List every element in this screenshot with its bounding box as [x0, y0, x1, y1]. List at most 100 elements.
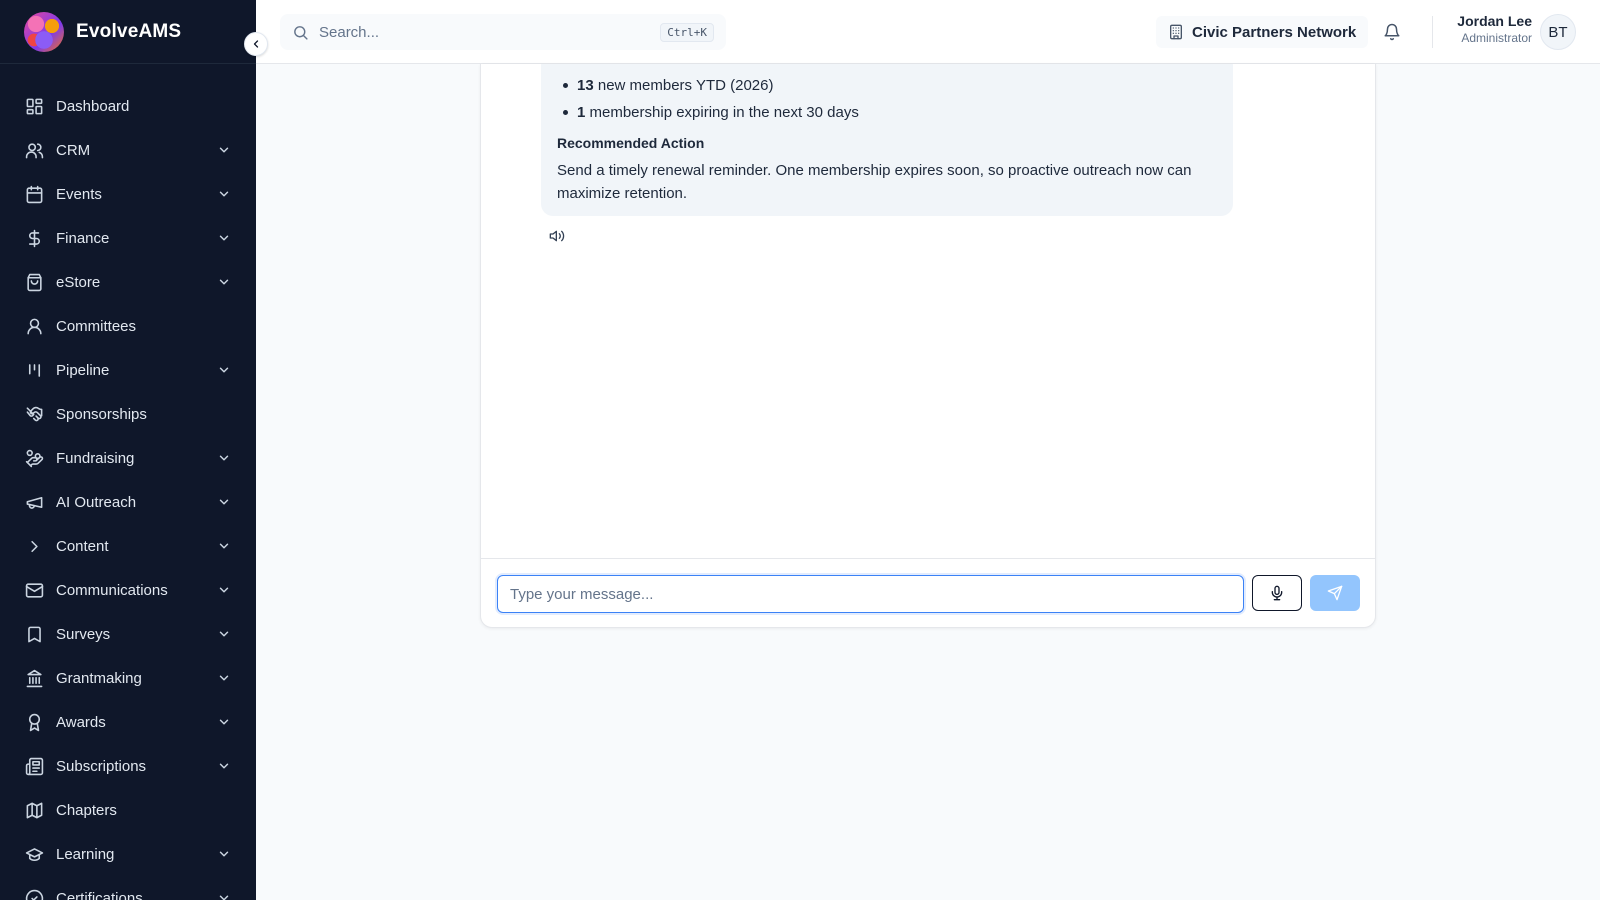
voice-input-button[interactable]: [1252, 575, 1302, 611]
sidebar-item-label: eStore: [56, 273, 101, 291]
sidebar-item-icon: [24, 756, 44, 776]
sidebar-item-pipeline[interactable]: Pipeline: [0, 348, 256, 392]
search-box[interactable]: Search... Ctrl+K: [280, 14, 726, 50]
sidebar-item-label: Fundraising: [56, 449, 135, 467]
search-shortcut: Ctrl+K: [660, 22, 714, 42]
sidebar-item-surveys[interactable]: Surveys: [0, 612, 256, 656]
chevron-down-icon[interactable]: [216, 142, 232, 158]
chevron-down-icon[interactable]: [216, 274, 232, 290]
sidebar-item-certifications[interactable]: Certifications: [0, 876, 256, 900]
sidebar-item-finance[interactable]: Finance: [0, 216, 256, 260]
sidebar-item-communications[interactable]: Communications: [0, 568, 256, 612]
chevron-down-icon[interactable]: [216, 626, 232, 642]
sidebar-item-fundraising[interactable]: Fundraising: [0, 436, 256, 480]
chevron-down-icon[interactable]: [216, 846, 232, 862]
chevron-down-icon[interactable]: [216, 450, 232, 466]
sidebar-item-icon: [24, 448, 44, 468]
hand-coins-icon: [25, 449, 43, 467]
user-name: Jordan Lee: [1457, 13, 1532, 29]
map-icon: [26, 802, 42, 818]
chat-panel: 13 new members YTD (2026) 1 membership ex…: [480, 64, 1376, 628]
chevron-down-icon[interactable]: [216, 714, 232, 730]
sidebar-item-label: Dashboard: [56, 97, 130, 115]
sidebar-item-icon: [24, 668, 44, 688]
sidebar-item-label: AI Outreach: [56, 493, 137, 511]
organization-name: Civic Partners Network: [1192, 23, 1357, 41]
notifications-button[interactable]: [1382, 22, 1402, 42]
chevron-down-icon[interactable]: [216, 670, 232, 686]
sidebar-item-subscriptions[interactable]: Subscriptions: [0, 744, 256, 788]
brand[interactable]: EvolveAMS: [0, 0, 256, 64]
sidebar-item-label: Chapters: [56, 801, 117, 819]
bullet-text: new members YTD (2026): [593, 77, 774, 94]
user-info[interactable]: Jordan Lee Administrator: [1446, 13, 1532, 45]
chevron-down-icon[interactable]: [216, 582, 232, 598]
app-logo: [24, 11, 64, 52]
newspaper-icon: [25, 757, 43, 775]
sidebar-item-label: Grantmaking: [56, 669, 142, 687]
mail-icon: [25, 582, 43, 598]
sidebar-item-icon: [24, 712, 44, 732]
sidebar-item-icon: [24, 228, 44, 248]
handshake-icon: [26, 406, 42, 421]
sidebar-item-grantmaking[interactable]: Grantmaking: [0, 656, 256, 700]
bell-icon: [1384, 23, 1400, 41]
chevron-down-icon[interactable]: [216, 494, 232, 510]
sidebar-item-events[interactable]: Events: [0, 172, 256, 216]
message-bullets: 13 new members YTD (2026) 1 membership ex…: [557, 74, 1217, 124]
building-icon: [1170, 24, 1182, 40]
send-button[interactable]: [1310, 575, 1360, 611]
sidebar-item-label: Subscriptions: [56, 757, 147, 775]
sidebar-item-icon: [24, 800, 44, 820]
chevron-down-icon[interactable]: [216, 186, 232, 202]
chevron-down-icon[interactable]: [216, 362, 232, 378]
avatar[interactable]: BT: [1540, 14, 1576, 50]
sidebar-item-dashboard[interactable]: Dashboard: [0, 84, 256, 128]
search-icon: [294, 25, 308, 40]
kanban-icon: [28, 363, 40, 377]
sidebar-item-label: Committees: [56, 317, 137, 335]
app-name: EvolveAMS: [76, 20, 182, 42]
send-icon: [1327, 585, 1343, 601]
organization-switcher[interactable]: Civic Partners Network: [1156, 16, 1369, 48]
collapse-sidebar-button[interactable]: [244, 32, 268, 56]
dollar-icon: [28, 229, 40, 247]
sidebar-item-content[interactable]: Content: [0, 524, 256, 568]
sidebar-item-icon: [24, 184, 44, 204]
sidebar-item-icon: [24, 96, 44, 116]
sidebar-item-sponsorships[interactable]: Sponsorships: [0, 392, 256, 436]
sidebar-item-label: Certifications: [56, 889, 143, 900]
list-item: 13 new members YTD (2026): [557, 74, 1217, 97]
bullet-value: 13: [577, 77, 594, 94]
sidebar-item-estore[interactable]: eStore: [0, 260, 256, 304]
sidebar-item-crm[interactable]: CRM: [0, 128, 256, 172]
sidebar-item-learning[interactable]: Learning: [0, 832, 256, 876]
calendar-icon: [26, 185, 42, 203]
chevron-down-icon[interactable]: [216, 538, 232, 554]
sidebar-item-label: Pipeline: [56, 361, 110, 379]
shopping-bag-icon: [26, 273, 42, 291]
message-input[interactable]: [497, 575, 1244, 613]
sidebar-item-label: CRM: [56, 141, 91, 159]
assistant-message: 13 new members YTD (2026) 1 membership ex…: [541, 64, 1233, 216]
users-icon: [25, 142, 43, 158]
sidebar-item-icon: [24, 492, 44, 512]
chevron-right-icon: [30, 540, 38, 552]
read-aloud-button[interactable]: [547, 226, 567, 246]
sidebar-item-ai-outreach[interactable]: AI Outreach: [0, 480, 256, 524]
user-group-icon: [26, 318, 42, 334]
sidebar-item-icon: [24, 140, 44, 160]
sidebar-item-label: Events: [56, 185, 102, 203]
recommended-action-title: Recommended Action: [557, 135, 705, 151]
search-placeholder: Search...: [319, 23, 380, 41]
sidebar-item-committees[interactable]: Committees: [0, 304, 256, 348]
sidebar-item-label: Finance: [56, 229, 110, 247]
chevron-down-icon[interactable]: [216, 758, 232, 774]
user-role: Administrator: [1461, 31, 1532, 45]
chevron-down-icon[interactable]: [216, 890, 232, 900]
recommended-action-text: Send a timely renewal reminder. One memb…: [557, 162, 1192, 202]
chevron-down-icon[interactable]: [216, 230, 232, 246]
sidebar-item-chapters[interactable]: Chapters: [0, 788, 256, 832]
sidebar-item-icon: [24, 624, 44, 644]
sidebar-item-awards[interactable]: Awards: [0, 700, 256, 744]
